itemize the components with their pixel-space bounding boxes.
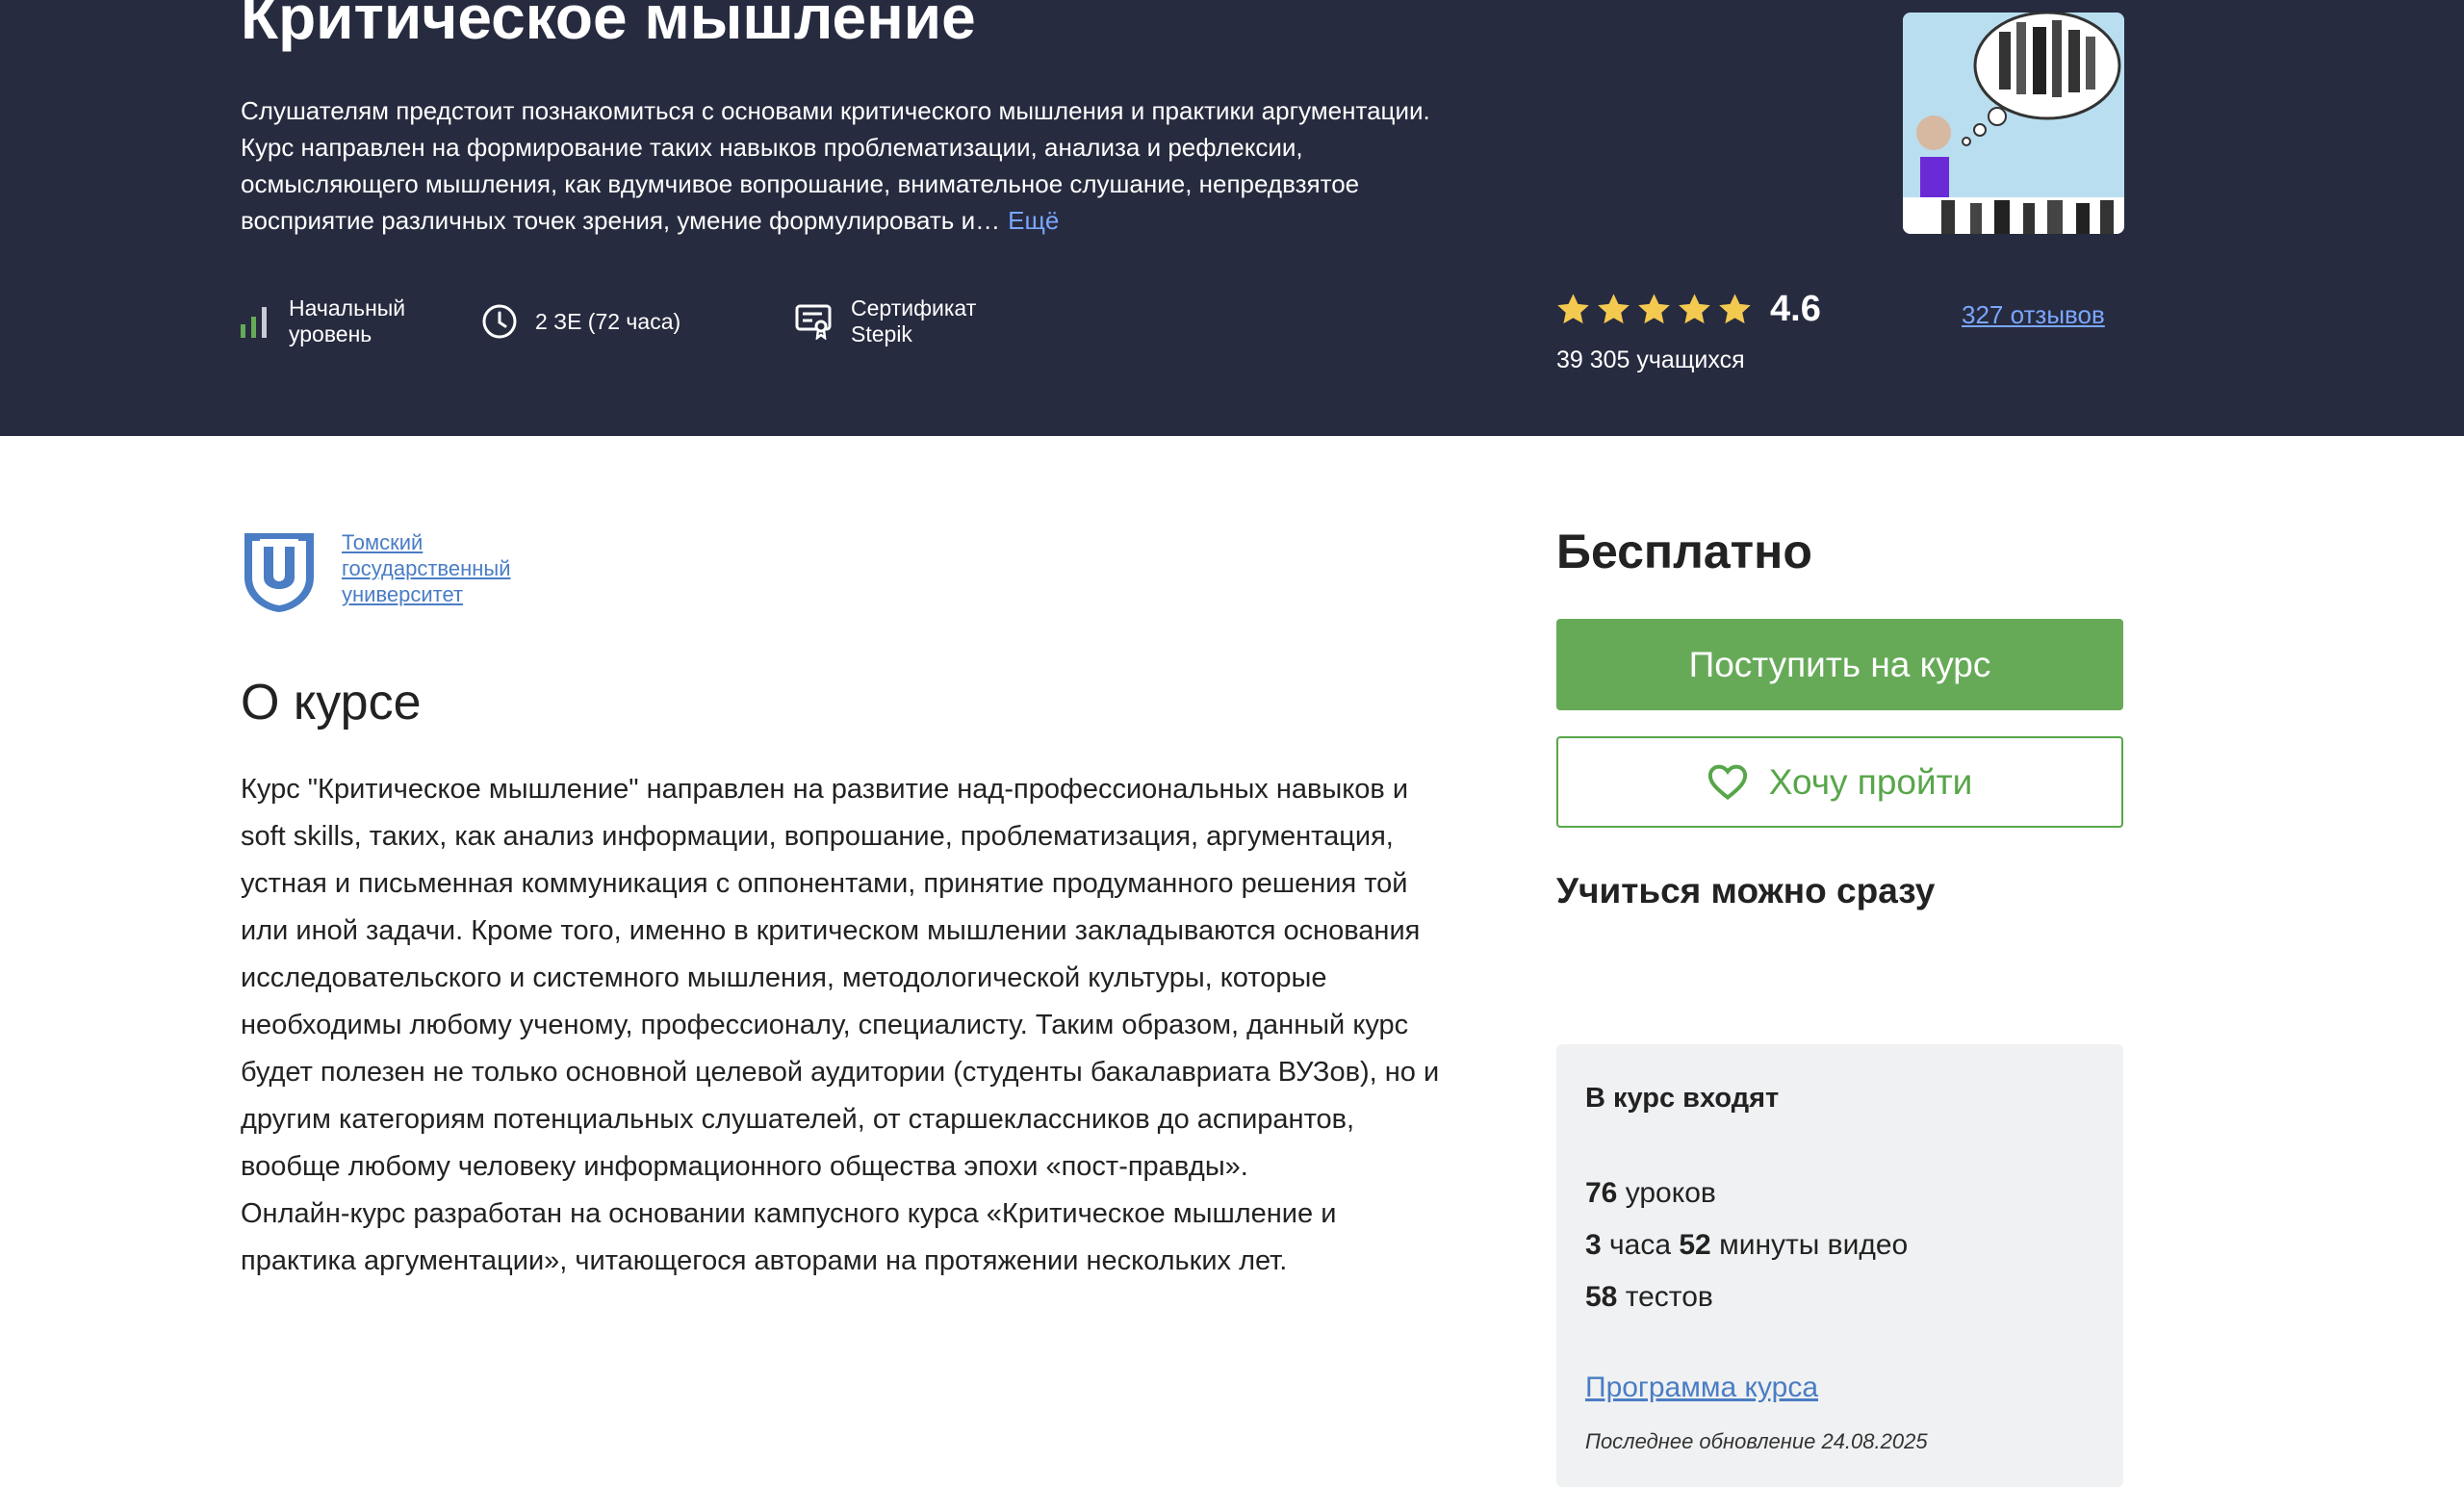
course-summary: Слушателям предстоит познакомиться с осн… — [241, 92, 1453, 239]
includes-title: В курс входят — [1585, 1083, 1780, 1114]
heart-icon — [1707, 764, 1747, 800]
tsu-shield-logo-icon — [244, 533, 314, 612]
university-logo[interactable] — [241, 529, 318, 619]
program-link[interactable]: Программа курса — [1585, 1372, 1818, 1404]
course-includes-card: В курс входят 76 уроков 3 часа 52 минуты… — [1556, 1044, 2123, 1487]
wishlist-button-label: Хочу пройти — [1768, 761, 1973, 802]
about-paragraph: Курс "Критическое мышление" направлен на… — [241, 774, 1440, 1182]
course-title: Критическое мышление — [241, 0, 976, 52]
more-link[interactable]: Ещё — [1008, 206, 1059, 235]
includes-tests: 58 тестов — [1585, 1281, 1713, 1313]
cert-line2: Stepik — [851, 321, 912, 346]
star-icon — [1638, 293, 1670, 323]
university-link[interactable]: Томский государственный университет — [342, 529, 553, 607]
rating-stars — [1554, 292, 1757, 328]
about-paragraph: Онлайн-курс разработан на основании камп… — [241, 1198, 1337, 1276]
wishlist-button[interactable]: Хочу пройти — [1556, 736, 2123, 828]
course-cover-image — [1903, 13, 2124, 234]
star-icon — [1719, 293, 1751, 323]
duration-text: 2 ЗЕ (72 часа) — [535, 308, 681, 334]
includes-video: 3 часа 52 минуты видео — [1585, 1229, 1909, 1261]
course-price: Бесплатно — [1556, 525, 1812, 578]
level-bars-icon — [241, 305, 271, 338]
level-line2: уровень — [289, 321, 372, 346]
course-certificate: Сертификат Stepik — [795, 295, 976, 348]
includes-list: 76 уроков 3 часа 52 минуты видео 58 тест… — [1585, 1167, 1908, 1323]
course-header: Критическое мышление Слушателям предстои… — [0, 0, 2464, 436]
about-description: Курс "Критическое мышление" направлен на… — [241, 766, 1453, 1285]
rating-value: 4.6 — [1770, 289, 1821, 329]
reviews-link[interactable]: 327 отзывов — [1962, 300, 2105, 330]
enroll-button[interactable]: Поступить на курс — [1556, 619, 2123, 710]
cert-line1: Сертификат — [851, 295, 977, 320]
learn-now-note: Учиться можно сразу — [1556, 871, 1936, 910]
star-icon — [1557, 293, 1589, 323]
includes-lessons: 76 уроков — [1585, 1177, 1716, 1209]
enroll-button-label: Поступить на курс — [1688, 644, 1991, 684]
course-duration: 2 ЗЕ (72 часа) — [481, 295, 680, 348]
clock-icon — [481, 303, 518, 340]
about-heading: О курсе — [241, 675, 422, 731]
star-icon — [1598, 293, 1630, 323]
level-line1: Начальный — [289, 295, 406, 320]
star-icon — [1679, 293, 1710, 323]
course-level: Начальный уровень — [241, 295, 405, 348]
course-rating: 4.6 — [1554, 289, 1821, 330]
certificate-icon — [795, 303, 834, 340]
learners-count: 39 305 учащихся — [1556, 346, 1745, 373]
last-updated: Последнее обновление 24.08.2025 — [1585, 1429, 1928, 1453]
course-summary-text: Слушателям предстоит познакомиться с осн… — [241, 96, 1430, 235]
